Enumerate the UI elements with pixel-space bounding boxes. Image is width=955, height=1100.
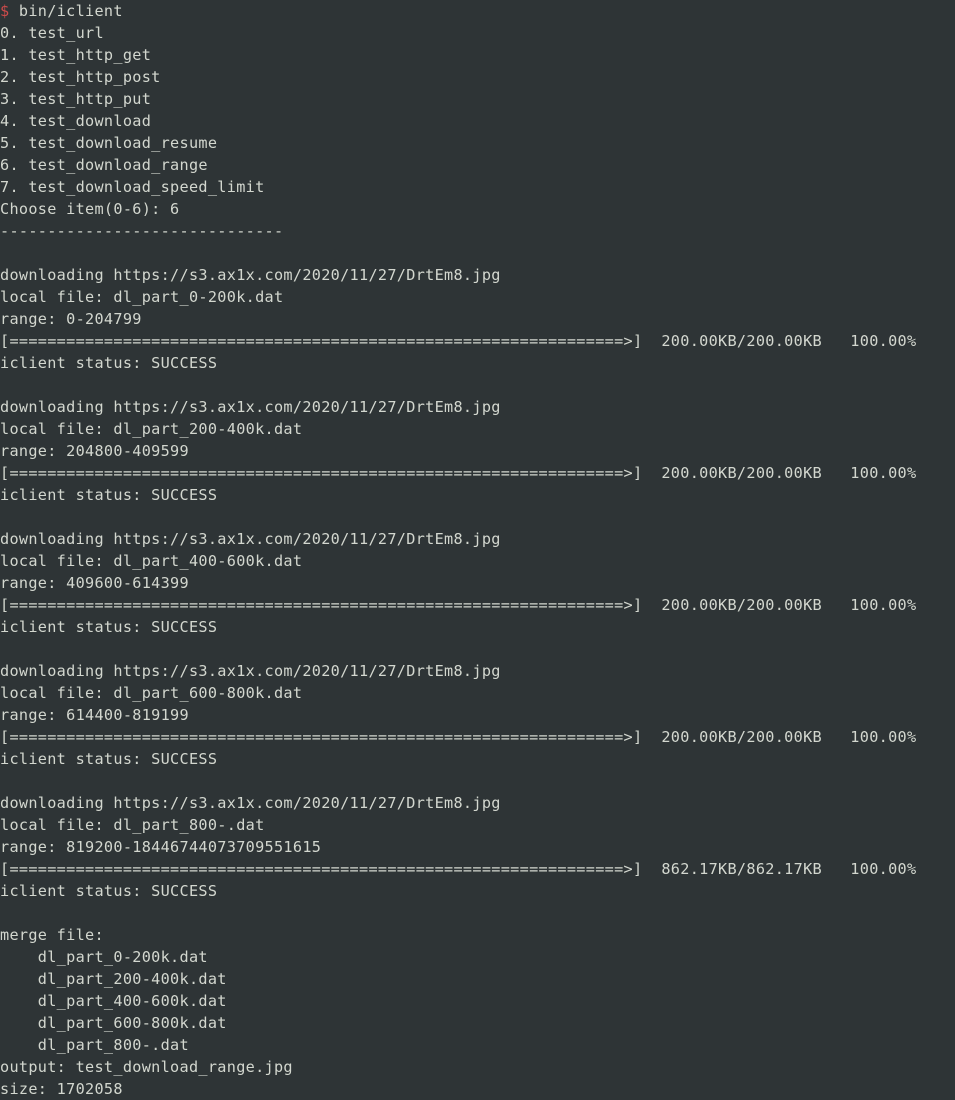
download-3-progress-row: [=======================================… xyxy=(0,726,955,748)
terminal-window[interactable]: $ bin/iclient 0. test_url 1. test_http_g… xyxy=(0,0,955,1100)
download-1-range: range: 204800-409599 xyxy=(0,442,189,460)
download-0-url: downloading https://s3.ax1x.com/2020/11/… xyxy=(0,266,501,284)
download-0-stats: 200.00KB/200.00KB 100.00% xyxy=(642,332,917,350)
command-text: bin/iclient xyxy=(9,2,123,20)
menu-item-7: 7. test_download_speed_limit xyxy=(0,178,265,196)
download-0-range: range: 0-204799 xyxy=(0,310,142,328)
download-4-range: range: 819200-18446744073709551615 xyxy=(0,838,322,856)
download-2-progress-row: [=======================================… xyxy=(0,594,955,616)
command-line: $ bin/iclient xyxy=(0,0,955,22)
download-1-progress-row: [=======================================… xyxy=(0,462,955,484)
merge-file-item: dl_part_800-.dat xyxy=(0,1036,189,1054)
download-3-status: iclient status: SUCCESS xyxy=(0,750,218,768)
merge-file-header: merge file: xyxy=(0,926,104,944)
download-4-local-file: local file: dl_part_800-.dat xyxy=(0,816,265,834)
download-3-range: range: 614400-819199 xyxy=(0,706,189,724)
menu-item-5: 5. test_download_resume xyxy=(0,134,218,152)
download-4-stats: 862.17KB/862.17KB 100.00% xyxy=(642,860,917,878)
menu-item-4: 4. test_download xyxy=(0,112,152,130)
download-0-progress-row: [=======================================… xyxy=(0,330,955,352)
merge-file-item: dl_part_200-400k.dat xyxy=(0,970,227,988)
download-4-progress-bar: [=======================================… xyxy=(0,860,643,878)
merge-output-size: size: 1702058 xyxy=(0,1080,123,1098)
merge-output-file: output: test_download_range.jpg xyxy=(0,1058,293,1076)
download-2-progress-bar: [=======================================… xyxy=(0,596,643,614)
merge-file-item: dl_part_400-600k.dat xyxy=(0,992,227,1010)
merge-file-item: dl_part_0-200k.dat xyxy=(0,948,208,966)
download-1-local-file: local file: dl_part_200-400k.dat xyxy=(0,420,303,438)
download-2-status: iclient status: SUCCESS xyxy=(0,618,218,636)
menu-item-2: 2. test_http_post xyxy=(0,68,161,86)
download-3-url: downloading https://s3.ax1x.com/2020/11/… xyxy=(0,662,501,680)
download-4-status: iclient status: SUCCESS xyxy=(0,882,218,900)
download-1-url: downloading https://s3.ax1x.com/2020/11/… xyxy=(0,398,501,416)
menu-item-0: 0. test_url xyxy=(0,24,104,42)
download-0-progress-bar: [=======================================… xyxy=(0,332,643,350)
download-2-range: range: 409600-614399 xyxy=(0,574,189,592)
download-3-progress-bar: [=======================================… xyxy=(0,728,643,746)
download-2-url: downloading https://s3.ax1x.com/2020/11/… xyxy=(0,530,501,548)
menu-item-3: 3. test_http_put xyxy=(0,90,152,108)
download-4-url: downloading https://s3.ax1x.com/2020/11/… xyxy=(0,794,501,812)
download-2-local-file: local file: dl_part_400-600k.dat xyxy=(0,552,303,570)
choose-item-prompt: Choose item(0-6): 6 xyxy=(0,200,180,218)
download-3-local-file: local file: dl_part_600-800k.dat xyxy=(0,684,303,702)
download-4-progress-row: [=======================================… xyxy=(0,858,955,880)
download-3-stats: 200.00KB/200.00KB 100.00% xyxy=(642,728,917,746)
menu-item-1: 1. test_http_get xyxy=(0,46,152,64)
download-1-progress-bar: [=======================================… xyxy=(0,464,643,482)
download-0-status: iclient status: SUCCESS xyxy=(0,354,218,372)
download-0-local-file: local file: dl_part_0-200k.dat xyxy=(0,288,284,306)
merge-file-item: dl_part_600-800k.dat xyxy=(0,1014,227,1032)
menu-item-6: 6. test_download_range xyxy=(0,156,208,174)
separator-line: ------------------------------ xyxy=(0,222,284,240)
download-1-status: iclient status: SUCCESS xyxy=(0,486,218,504)
download-1-stats: 200.00KB/200.00KB 100.00% xyxy=(642,464,917,482)
download-2-stats: 200.00KB/200.00KB 100.00% xyxy=(642,596,917,614)
